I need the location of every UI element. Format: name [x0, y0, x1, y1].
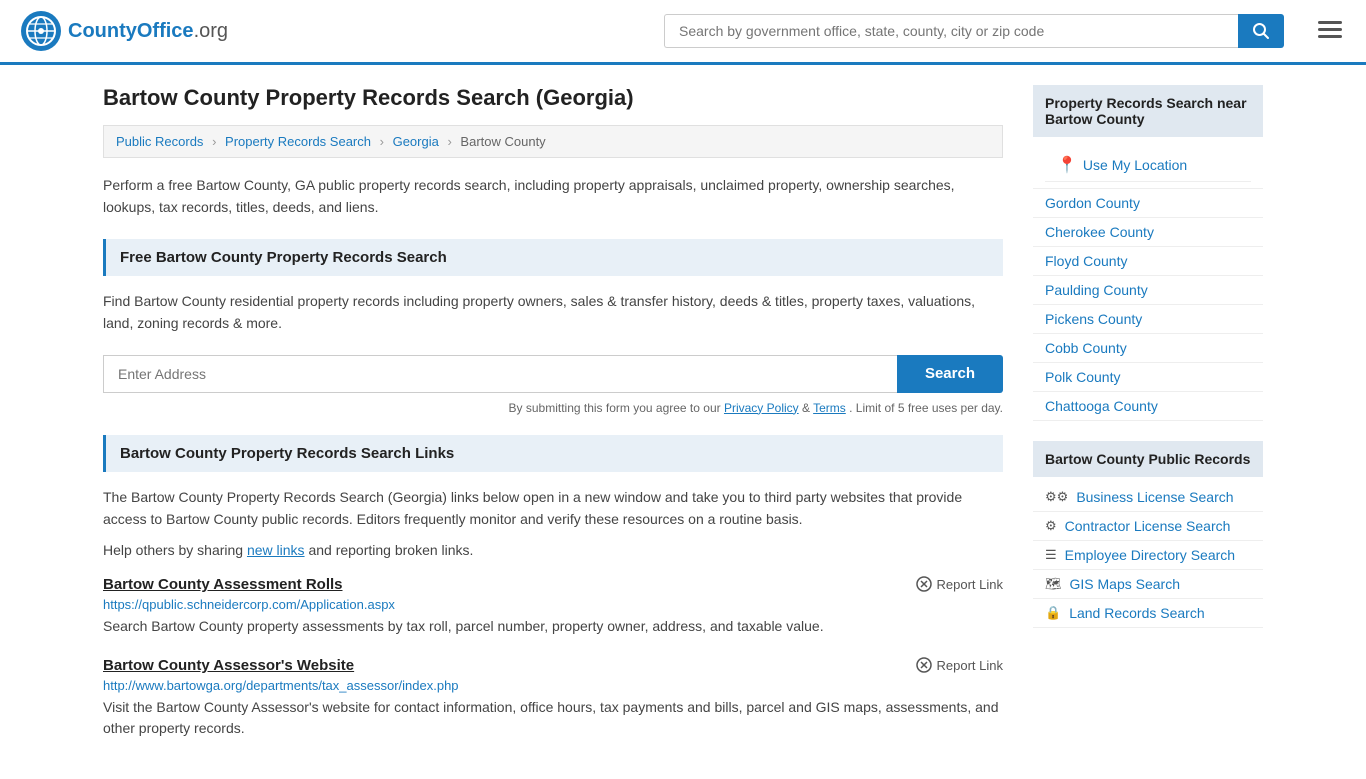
link-item-0-header: Bartow County Assessment Rolls Report Li…	[103, 576, 1003, 593]
form-disclaimer: By submitting this form you agree to our…	[103, 401, 1003, 415]
sidebar-pr-land: 🔒 Land Records Search	[1033, 599, 1263, 628]
breadcrumb-bartow: Bartow County	[460, 134, 545, 149]
free-search-description: Find Bartow County residential property …	[103, 290, 1003, 335]
contractor-license-link[interactable]: Contractor License Search	[1065, 518, 1231, 534]
business-license-icon: ⚙⚙	[1045, 489, 1068, 505]
contractor-license-icon: ⚙	[1045, 518, 1057, 534]
sidebar-item-cherokee: Cherokee County	[1033, 218, 1263, 247]
breadcrumb-public-records[interactable]: Public Records	[116, 134, 203, 149]
search-button[interactable]: Search	[897, 355, 1003, 393]
location-icon: 📍	[1057, 155, 1077, 175]
logo-icon	[20, 10, 62, 52]
link-item-0-title[interactable]: Bartow County Assessment Rolls	[103, 576, 343, 593]
land-records-icon: 🔒	[1045, 605, 1061, 621]
logo-text: CountyOffice.org	[68, 20, 228, 43]
link-item-1-url[interactable]: http://www.bartowga.org/departments/tax_…	[103, 678, 1003, 693]
link-item-1-title[interactable]: Bartow County Assessor's Website	[103, 657, 354, 674]
links-header: Bartow County Property Records Search Li…	[103, 435, 1003, 472]
link-item-0: Bartow County Assessment Rolls Report Li…	[103, 576, 1003, 637]
main-content: Bartow County Property Records Search (G…	[103, 85, 1003, 759]
header-search-button[interactable]	[1238, 14, 1284, 48]
page-description: Perform a free Bartow County, GA public …	[103, 174, 1003, 219]
breadcrumb-sep-3: ›	[447, 134, 451, 149]
header-search-form	[664, 14, 1284, 48]
business-license-link[interactable]: Business License Search	[1076, 489, 1233, 505]
sidebar-public-records-list: ⚙⚙ Business License Search ⚙ Contractor …	[1033, 483, 1263, 628]
breadcrumb-property-records[interactable]: Property Records Search	[225, 134, 371, 149]
page-wrapper: Bartow County Property Records Search (G…	[83, 65, 1283, 779]
property-search-form: Search	[103, 355, 1003, 393]
sidebar-item-floyd: Floyd County	[1033, 247, 1263, 276]
link-item-0-url[interactable]: https://qpublic.schneidercorp.com/Applic…	[103, 597, 1003, 612]
employee-directory-icon: ☰	[1045, 547, 1057, 563]
sidebar-item-cobb: Cobb County	[1033, 334, 1263, 363]
sidebar-pr-contractor: ⚙ Contractor License Search	[1033, 512, 1263, 541]
breadcrumb: Public Records › Property Records Search…	[103, 125, 1003, 158]
share-text: Help others by sharing new links and rep…	[103, 542, 1003, 558]
sidebar-nearby-list: 📍 Use My Location Gordon County Cherokee…	[1033, 143, 1263, 421]
gis-maps-icon: 🗺	[1045, 576, 1062, 592]
sidebar-public-records-title: Bartow County Public Records	[1033, 441, 1263, 477]
use-location-link[interactable]: Use My Location	[1083, 157, 1187, 173]
address-input[interactable]	[103, 355, 897, 393]
search-icon	[1252, 22, 1270, 40]
link-item-1-desc: Visit the Bartow County Assessor's websi…	[103, 697, 1003, 739]
sidebar-item-gordon: Gordon County	[1033, 189, 1263, 218]
links-description: The Bartow County Property Records Searc…	[103, 486, 1003, 531]
report-link-btn-1[interactable]: Report Link	[916, 657, 1003, 673]
sidebar-item-chattooga: Chattooga County	[1033, 392, 1263, 421]
logo[interactable]: CountyOffice.org	[20, 10, 228, 52]
sidebar-item-polk: Polk County	[1033, 363, 1263, 392]
sidebar-pr-employee: ☰ Employee Directory Search	[1033, 541, 1263, 570]
land-records-link[interactable]: Land Records Search	[1069, 605, 1204, 621]
terms-link[interactable]: Terms	[813, 401, 846, 415]
free-search-header: Free Bartow County Property Records Sear…	[103, 239, 1003, 276]
sidebar-item-paulding: Paulding County	[1033, 276, 1263, 305]
sidebar: Property Records Search near Bartow Coun…	[1033, 85, 1263, 759]
sidebar-item-pickens: Pickens County	[1033, 305, 1263, 334]
sidebar-use-location-item: 📍 Use My Location	[1033, 143, 1263, 189]
hamburger-button[interactable]	[1314, 17, 1346, 46]
link-item-1-header: Bartow County Assessor's Website Report …	[103, 657, 1003, 674]
employee-directory-link[interactable]: Employee Directory Search	[1065, 547, 1235, 563]
breadcrumb-sep-2: ›	[380, 134, 384, 149]
gis-maps-link[interactable]: GIS Maps Search	[1070, 576, 1181, 592]
sidebar-pr-gis: 🗺 GIS Maps Search	[1033, 570, 1263, 599]
breadcrumb-sep-1: ›	[212, 134, 216, 149]
report-icon-0	[916, 576, 932, 592]
link-item-0-desc: Search Bartow County property assessment…	[103, 616, 1003, 637]
page-title: Bartow County Property Records Search (G…	[103, 85, 1003, 111]
report-icon-1	[916, 657, 932, 673]
sidebar-use-location: 📍 Use My Location	[1045, 149, 1251, 182]
sidebar-nearby-title: Property Records Search near Bartow Coun…	[1033, 85, 1263, 137]
privacy-policy-link[interactable]: Privacy Policy	[724, 401, 799, 415]
breadcrumb-georgia[interactable]: Georgia	[393, 134, 439, 149]
sidebar-pr-business: ⚙⚙ Business License Search	[1033, 483, 1263, 512]
link-item-1: Bartow County Assessor's Website Report …	[103, 657, 1003, 739]
report-link-btn-0[interactable]: Report Link	[916, 576, 1003, 592]
header: CountyOffice.org	[0, 0, 1366, 65]
new-links-link[interactable]: new links	[247, 542, 305, 558]
menu-icon	[1318, 21, 1342, 39]
header-search-input[interactable]	[664, 14, 1238, 48]
